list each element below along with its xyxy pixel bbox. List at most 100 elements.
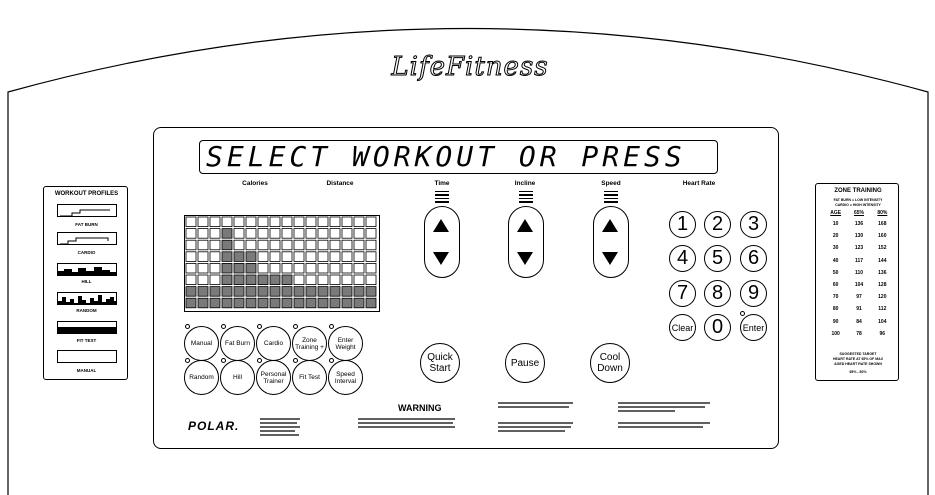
zone-training-subtitle-1: FAT BURN = LOW INTENSITY (833, 198, 883, 202)
profile-label-fat-burn: FAT BURN (75, 222, 98, 227)
keypad-3[interactable]: 3 (740, 211, 767, 238)
message-display: SELECT WORKOUT OR PRESS (199, 140, 718, 174)
zone-table-row: 70 97 120 (824, 294, 894, 300)
keypad-5[interactable]: 5 (704, 245, 731, 272)
distance-label: Distance (326, 180, 354, 187)
incline-up-arrow-icon[interactable] (517, 219, 533, 232)
zone-footer-1: SUGGESTED TARGET (839, 352, 877, 356)
led-indicator (329, 358, 334, 363)
life-fitness-logo: LifeFitness (391, 52, 549, 83)
workout-profiles-panel: WORKOUT PROFILES FAT BURN CARDIO HILL RA… (43, 186, 128, 380)
led-indicator (257, 324, 262, 329)
time-up-arrow-icon[interactable] (433, 219, 449, 232)
led-indicator (185, 358, 190, 363)
zone-table-cell: 91 (856, 306, 862, 313)
zone-footer-3: AGED HEART RATE SHOWN (834, 362, 882, 366)
zone-table-cell: 110 (854, 269, 864, 276)
zone-table-cell: 78 (856, 330, 862, 337)
zone-footer-4: 65% - 80% (849, 370, 867, 374)
zone-table-cell: 136 (854, 221, 864, 227)
zone-table-row: 10 136 168 (824, 221, 894, 227)
zone-table-row: 50 110 136 (824, 270, 894, 276)
zone-training-subtitle-2: CARDIO = HIGH INTENSITY (835, 203, 881, 207)
zone-table-cell: 20 (832, 233, 839, 240)
led-indicator (293, 324, 298, 329)
led-indicator (221, 358, 226, 363)
zone-table-cell: 96 (879, 330, 886, 337)
zone-table-cell: 50 (832, 269, 839, 276)
led-indicator (221, 324, 226, 329)
program-button-personal-trainer[interactable]: Personal Trainer (256, 360, 291, 395)
zone-table-row: 40 117 144 (824, 258, 894, 264)
zone-table-cell: 104 (878, 318, 887, 325)
zone-footer-2: HEART RATE AT 65% OF MAX (832, 357, 884, 361)
program-button-fat-burn[interactable]: Fat Burn (220, 326, 255, 361)
zone-table-cell: 100 (831, 330, 840, 337)
zone-table-row: 90 84 104 (824, 319, 894, 325)
zone-table-cell: 30 (832, 245, 839, 252)
speed-down-arrow-icon[interactable] (602, 252, 618, 265)
speed-label: Speed (601, 180, 621, 187)
time-down-arrow-icon[interactable] (433, 252, 449, 265)
incline-label: Incline (514, 180, 536, 187)
keypad-0[interactable]: 0 (704, 314, 731, 341)
enter-led-indicator (740, 311, 745, 316)
profile-dot-matrix (184, 215, 380, 312)
zone-table-cell: 90 (832, 318, 839, 325)
zone-table-cell: 97 (856, 294, 862, 301)
zone-table-cell: 104 (854, 282, 864, 288)
pause-button[interactable]: Pause (505, 343, 545, 383)
led-indicator (185, 324, 190, 329)
keypad-1[interactable]: 1 (669, 211, 696, 238)
quick-start-button[interactable]: Quick Start (420, 343, 460, 383)
zone-header-80: 80% (877, 210, 888, 216)
keypad-clear[interactable]: Clear (669, 314, 696, 341)
zone-table-cell: 84 (856, 318, 862, 325)
zone-table-row: 80 91 112 (824, 306, 894, 312)
fat-burn-profile-graph (57, 204, 117, 217)
zone-table-cell: 123 (854, 245, 864, 252)
time-label: Time (434, 180, 450, 187)
workout-profiles-title: WORKOUT PROFILES (54, 191, 119, 197)
program-button-random[interactable]: Random (184, 360, 219, 395)
zone-table-cell: 160 (878, 233, 887, 240)
zone-table-cell: 117 (854, 257, 864, 264)
profile-label-random: RANDOM (76, 308, 97, 313)
speed-up-arrow-icon[interactable] (602, 219, 618, 232)
program-button-fit-test[interactable]: Fit Test (292, 360, 327, 395)
program-button-enter-weight[interactable]: Enter Weight (328, 326, 363, 361)
calories-label: Calories (242, 180, 268, 187)
led-indicator (329, 324, 334, 329)
incline-down-arrow-icon[interactable] (517, 252, 533, 265)
keypad-4[interactable]: 4 (669, 245, 696, 272)
random-profile-graph (57, 292, 117, 305)
program-button-cardio[interactable]: Cardio (256, 326, 291, 361)
program-button-hill[interactable]: Hill (220, 360, 255, 395)
zone-table-cell: 40 (832, 257, 839, 264)
zone-table-cell: 152 (878, 245, 887, 252)
keypad-8[interactable]: 8 (704, 280, 731, 307)
cool-down-button[interactable]: Cool Down (590, 343, 630, 383)
zone-table-cell: 60 (832, 282, 839, 288)
speed-arrow-buttons (593, 206, 629, 278)
keypad-6[interactable]: 6 (740, 245, 767, 272)
zone-table-cell: 136 (878, 269, 887, 276)
profile-label-manual: MANUAL (76, 368, 97, 373)
keypad-7[interactable]: 7 (669, 280, 696, 307)
zone-table-row: 30 123 152 (824, 245, 894, 251)
profile-label-cardio: CARDIO (77, 250, 96, 255)
heart-rate-label: Heart Rate (682, 180, 716, 187)
program-button-manual[interactable]: Manual (184, 326, 219, 361)
keypad-9[interactable]: 9 (740, 280, 767, 307)
zone-table-cell: 130 (854, 233, 864, 240)
time-level-indicator (435, 191, 449, 205)
keypad-2[interactable]: 2 (704, 211, 731, 238)
program-button-zone-training[interactable]: Zone Training + (292, 326, 327, 361)
zone-table-cell: 70 (832, 294, 839, 301)
incline-level-indicator (519, 191, 533, 205)
zone-table-cell: 168 (878, 221, 887, 227)
keypad-enter[interactable]: Enter (740, 314, 767, 341)
program-button-speed-interval[interactable]: Speed Interval (328, 360, 363, 395)
fine-print-decoration (260, 402, 710, 436)
profile-label-hill: HILL (81, 279, 92, 284)
